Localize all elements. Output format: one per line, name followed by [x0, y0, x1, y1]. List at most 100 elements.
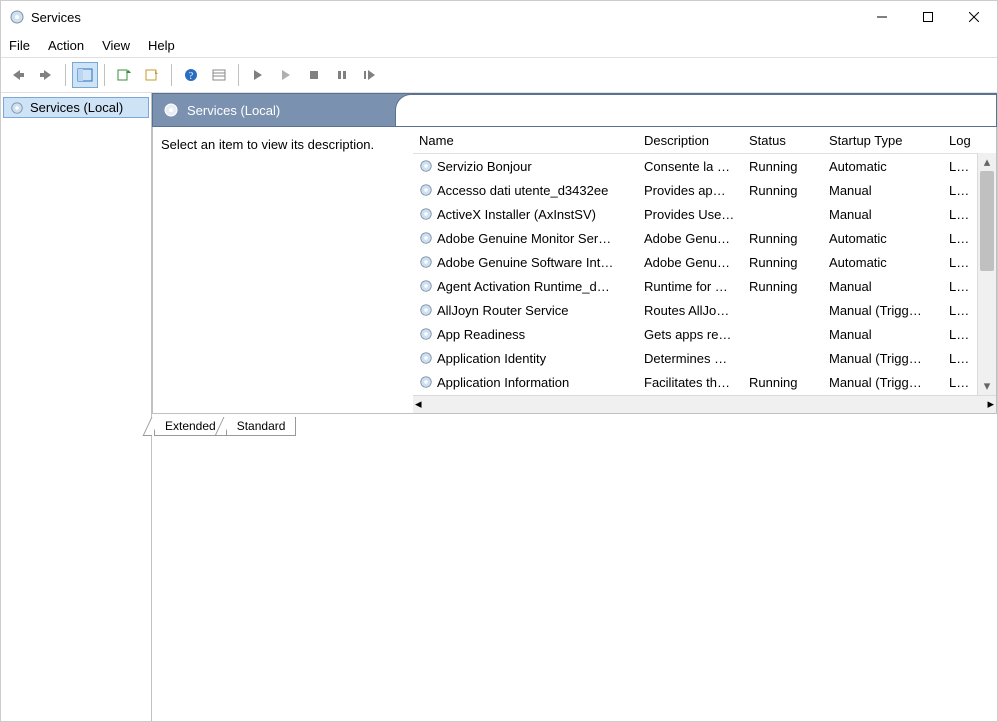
- menu-view[interactable]: View: [102, 38, 130, 53]
- service-description: Runtime for …: [638, 279, 743, 294]
- service-status: Running: [743, 183, 823, 198]
- service-logon: Loc: [943, 351, 973, 366]
- menu-action[interactable]: Action: [48, 38, 84, 53]
- scroll-left-icon[interactable]: ◂: [415, 396, 422, 412]
- col-status[interactable]: Status: [743, 127, 823, 153]
- menu-help[interactable]: Help: [148, 38, 175, 53]
- tree-pane: Services (Local): [1, 93, 152, 721]
- service-logon: Loc: [943, 327, 973, 342]
- service-row[interactable]: Adobe Genuine Software Int… Adobe Genu…Ru…: [413, 250, 996, 274]
- gear-icon: [419, 375, 433, 389]
- service-row[interactable]: Adobe Genuine Monitor Ser…Adobe Genu…Run…: [413, 226, 996, 250]
- service-description: Gets apps re…: [638, 327, 743, 342]
- service-description: Determines …: [638, 351, 743, 366]
- tree-root-services-local[interactable]: Services (Local): [3, 97, 149, 118]
- service-row[interactable]: ActiveX Installer (AxInstSV)Provides Use…: [413, 202, 996, 226]
- service-name: Adobe Genuine Software Int…: [437, 255, 613, 270]
- col-description[interactable]: Description: [638, 127, 743, 153]
- minimize-button[interactable]: [859, 1, 905, 33]
- service-description: Routes AllJo…: [638, 303, 743, 318]
- start-service-button[interactable]: [245, 62, 271, 88]
- help-button[interactable]: ?: [178, 62, 204, 88]
- service-row[interactable]: Agent Activation Runtime_d… Runtime for ……: [413, 274, 996, 298]
- tab-standard[interactable]: Standard: [226, 417, 297, 436]
- menu-bar: File Action View Help: [1, 33, 997, 57]
- maximize-button[interactable]: [905, 1, 951, 33]
- scroll-thumb[interactable]: [980, 171, 994, 271]
- service-name: Accesso dati utente_d3432ee: [437, 183, 608, 198]
- horizontal-scrollbar[interactable]: ◂ ▸: [413, 395, 996, 413]
- service-name: App Readiness: [437, 327, 525, 342]
- restart-service-button[interactable]: [357, 62, 383, 88]
- service-startup: Automatic: [823, 159, 943, 174]
- col-name[interactable]: Name: [413, 127, 638, 153]
- service-logon: Loc: [943, 183, 973, 198]
- forward-button[interactable]: [33, 62, 59, 88]
- properties-button[interactable]: [139, 62, 165, 88]
- services-window: Services File Action View Help ?: [0, 0, 998, 722]
- col-logon[interactable]: Log: [943, 127, 973, 153]
- gear-icon: [419, 183, 433, 197]
- col-startup[interactable]: Startup Type: [823, 127, 943, 153]
- service-status: Running: [743, 375, 823, 390]
- service-row[interactable]: Accesso dati utente_d3432ee Provides ap…R…: [413, 178, 996, 202]
- gear-icon: [419, 159, 433, 173]
- gear-icon: [419, 303, 433, 317]
- service-row[interactable]: Application IdentityDetermines …Manual (…: [413, 346, 996, 370]
- vertical-scrollbar[interactable]: ▴ ▾: [977, 153, 996, 395]
- service-row[interactable]: Servizio BonjourConsente la …RunningAuto…: [413, 154, 996, 178]
- service-row[interactable]: App ReadinessGets apps re…ManualLoc: [413, 322, 996, 346]
- service-logon: Loc: [943, 207, 973, 222]
- menu-file[interactable]: File: [9, 38, 30, 53]
- gear-icon: [419, 351, 433, 365]
- service-name: Agent Activation Runtime_d…: [437, 279, 610, 294]
- gear-icon: [419, 207, 433, 221]
- gear-icon: [419, 231, 433, 245]
- service-description: Adobe Genu…: [638, 231, 743, 246]
- service-name: Application Identity: [437, 351, 546, 366]
- service-logon: Loc: [943, 255, 973, 270]
- services-list: Name Description Status Startup Type Log…: [413, 127, 996, 413]
- service-name: AllJoyn Router Service: [437, 303, 569, 318]
- view-tabs: Extended Standard: [152, 414, 997, 436]
- service-startup: Automatic: [823, 255, 943, 270]
- service-startup: Automatic: [823, 231, 943, 246]
- back-button[interactable]: [5, 62, 31, 88]
- service-row[interactable]: Application InformationFacilitates th…Ru…: [413, 370, 996, 394]
- service-logon: Loc: [943, 303, 973, 318]
- service-status: Running: [743, 231, 823, 246]
- description-prompt: Select an item to view its description.: [161, 137, 405, 152]
- scroll-down-icon[interactable]: ▾: [978, 377, 996, 395]
- service-description: Facilitates th…: [638, 375, 743, 390]
- export-list-button[interactable]: [111, 62, 137, 88]
- title-bar: Services: [1, 1, 997, 33]
- service-name: Servizio Bonjour: [437, 159, 532, 174]
- service-logon: Loc: [943, 279, 973, 294]
- gear-icon: [419, 327, 433, 341]
- service-startup: Manual (Trigg…: [823, 375, 943, 390]
- service-description: Adobe Genu…: [638, 255, 743, 270]
- service-description: Provides ap…: [638, 183, 743, 198]
- window-title: Services: [31, 10, 81, 25]
- service-status: Running: [743, 255, 823, 270]
- toolbar: ?: [1, 57, 997, 93]
- gear-icon: [419, 255, 433, 269]
- start-service-alt-button[interactable]: [273, 62, 299, 88]
- main-pane: Services (Local) Select an item to view …: [152, 93, 997, 721]
- service-name: ActiveX Installer (AxInstSV): [437, 207, 596, 222]
- scroll-up-icon[interactable]: ▴: [978, 153, 996, 171]
- service-status: Running: [743, 279, 823, 294]
- service-row[interactable]: AllJoyn Router ServiceRoutes AllJo…Manua…: [413, 298, 996, 322]
- service-logon: Loc: [943, 375, 973, 390]
- refresh-button[interactable]: [206, 62, 232, 88]
- service-startup: Manual: [823, 183, 943, 198]
- show-hide-tree-button[interactable]: [72, 62, 98, 88]
- scroll-right-icon[interactable]: ▸: [987, 396, 994, 412]
- column-headers: Name Description Status Startup Type Log: [413, 127, 996, 154]
- pause-service-button[interactable]: [329, 62, 355, 88]
- close-button[interactable]: [951, 1, 997, 33]
- panel-header: Services (Local): [152, 93, 997, 127]
- stop-service-button[interactable]: [301, 62, 327, 88]
- service-status: Running: [743, 159, 823, 174]
- gear-icon: [419, 279, 433, 293]
